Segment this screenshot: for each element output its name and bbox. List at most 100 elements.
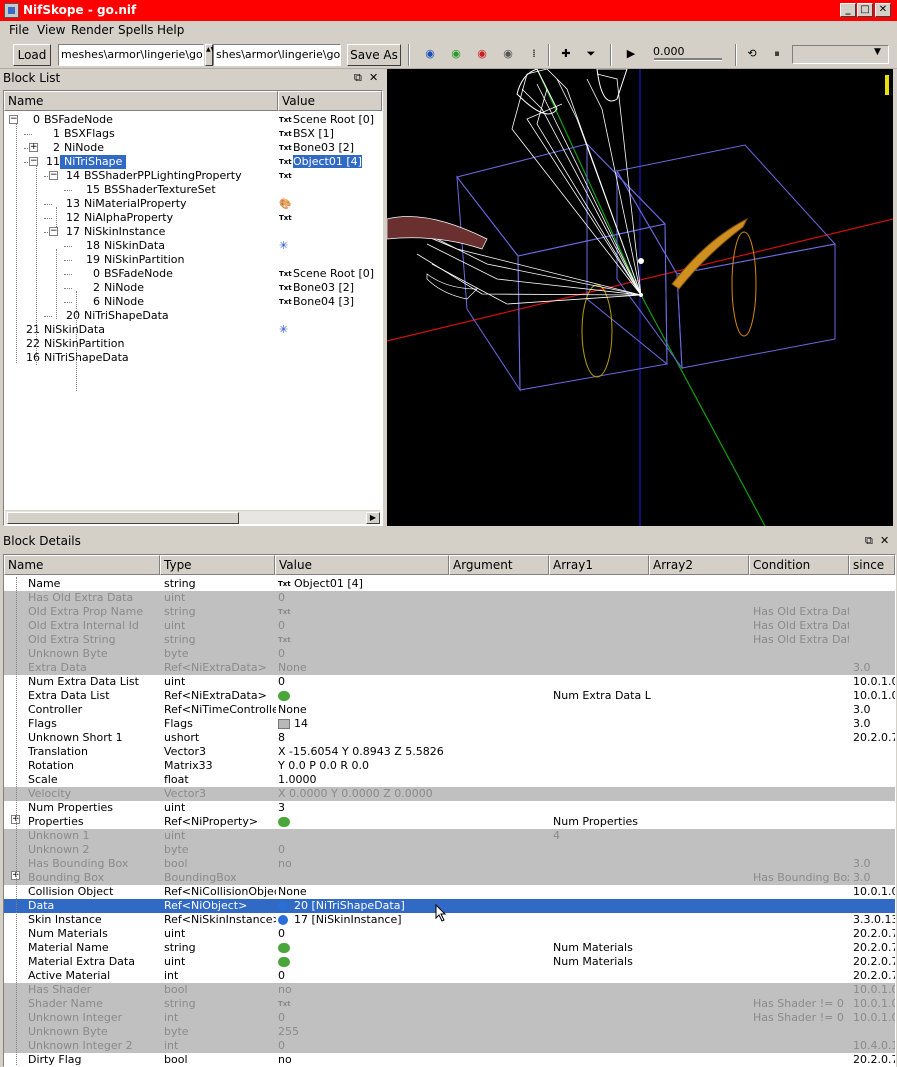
undock-icon[interactable]: ⧉ [865,532,873,550]
view-front-icon[interactable]: ◉ [447,47,465,61]
menu-render[interactable]: Render [71,23,114,37]
detail-row[interactable]: Num Extra Data List uint 0 10.0.1.0 [4,675,895,689]
render-viewport[interactable] [387,69,893,526]
tree-row[interactable]: 6 NiNode TxtBone04 [3] [4,295,380,309]
detail-row[interactable]: Data Ref<NiObject> 20 [NiTriShapeData] [4,899,895,913]
close-button[interactable]: ✕ [875,3,891,17]
tree-row[interactable]: 15 BSShaderTextureSet [4,183,380,197]
detail-row[interactable]: Unknown Byte byte 0 [4,647,895,661]
detail-row[interactable]: Num Materials uint 0 20.2.0.7 [4,927,895,941]
detail-row[interactable]: Unknown Integer 2 int 0 10.4.0.1 [4,1039,895,1053]
detail-row[interactable]: Old Extra Internal Id uint 0 Has Old Extra … [4,619,895,633]
tree-row[interactable]: 22 NiSkinPartition [4,337,380,351]
horizontal-scrollbar[interactable]: ▶ [5,510,380,524]
view-user-icon[interactable]: ◉ [499,47,517,61]
loop-icon[interactable]: ⟲ [743,47,761,61]
detail-row[interactable]: Rotation Matrix33 Y 0.0 P 0.0 R 0.0 [4,759,895,773]
detail-row[interactable]: Active Material int 0 20.2.0.7 [4,969,895,983]
column-header-argument[interactable]: Argument [449,555,549,575]
collapse-icon[interactable]: − [49,171,58,180]
tree-row[interactable]: 13 NiMaterialProperty 🎨 [4,197,380,211]
column-header-name[interactable]: Name [4,91,278,111]
detail-row[interactable]: Name string Txt Object01 [4] [4,577,895,591]
view-top-icon[interactable]: ◉ [421,47,439,61]
save-path-input[interactable]: shes\armor\lingerie\go.nif [213,44,341,66]
detail-row[interactable]: Skin Instance Ref<NiSkinInstance> 17 [NiSk… [4,913,895,927]
maximize-button[interactable]: □ [857,3,873,17]
column-header-condition[interactable]: Condition [749,555,849,575]
load-button[interactable]: Load [13,44,51,66]
detail-row[interactable]: Shader Name string Txt Has Shader != 0 10.0.… [4,997,895,1011]
menu-file[interactable]: File [9,23,29,37]
time-slider[interactable] [654,58,722,61]
tree-row[interactable]: −14 BSShaderPPLightingProperty Txt [4,169,380,183]
tree-row[interactable]: 18 NiSkinData ✳ [4,239,380,253]
tree-row[interactable]: −0 BSFadeNode TxtScene Root [0] [4,113,380,127]
tree-row[interactable]: 16 NiTriShapeData [4,351,380,365]
detail-row[interactable]: Extra Data List Ref<NiExtraData> Num Extra… [4,689,895,703]
detail-row[interactable]: Material Extra Data uint Num Materials 20.2… [4,955,895,969]
detail-row[interactable]: Velocity Vector3 X 0.0000 Y 0.0000 Z 0.000… [4,787,895,801]
detail-row[interactable]: + Properties Ref<NiProperty> Num Properties [4,815,895,829]
column-header-type[interactable]: Type [160,555,275,575]
close-icon[interactable]: ✕ [880,532,889,550]
detail-row[interactable]: Old Extra String string Txt Has Old Extra D… [4,633,895,647]
tree-row[interactable]: 12 NiAlphaProperty Txt [4,211,380,225]
detail-row[interactable]: Unknown Short 1 ushort 8 20.2.0.7 [4,731,895,745]
tree-row[interactable]: −17 NiSkinInstance [4,225,380,239]
tree-row[interactable]: 2 NiNode TxtBone03 [2] [4,281,380,295]
switch-icon[interactable]: ⏸ [768,47,786,61]
collapse-icon[interactable]: − [49,227,58,236]
close-icon[interactable]: ✕ [369,69,378,87]
detail-row[interactable]: Collision Object Ref<NiCollisionObject>No… [4,885,895,899]
column-header-value[interactable]: Value [278,91,382,111]
column-header-value[interactable]: Value [275,555,449,575]
save-as-button[interactable]: Save As [347,44,401,66]
detail-row[interactable]: Has Bounding Box bool no 3.0 [4,857,895,871]
scrollbar-thumb[interactable] [7,512,239,524]
swap-paths-button[interactable]: ▲▼ [205,44,215,66]
menu-spells[interactable]: Spells [118,23,154,37]
column-header-name[interactable]: Name [4,555,160,575]
view-side-icon[interactable]: ◉ [473,47,491,61]
detail-row[interactable]: Dirty Flag bool no 20.2.0.7 [4,1053,895,1066]
detail-row[interactable]: Material Name string Num Materials 20.2.0.7 [4,941,895,955]
detail-name: Properties [28,815,84,828]
detail-row[interactable]: Unknown Integer int 0 Has Shader != 0 10.0.1… [4,1011,895,1025]
column-header-array2[interactable]: Array2 [649,555,749,575]
detail-row[interactable]: Unknown 1 uint 4 [4,829,895,843]
minimize-button[interactable]: _ [840,3,856,17]
detail-row[interactable]: + Bounding Box BoundingBox Has Bounding Box… [4,871,895,885]
expand-icon[interactable]: + [29,143,38,152]
detail-row[interactable]: Unknown 2 byte 0 [4,843,895,857]
detail-row[interactable]: Translation Vector3 X -15.6054 Y 0.8943 Z … [4,745,895,759]
tree-row[interactable]: +2 NiNode TxtBone03 [2] [4,141,380,155]
undock-icon[interactable]: ⧉ [354,69,362,87]
detail-row[interactable]: Old Extra Prop Name string Txt Has Old Extr… [4,605,895,619]
load-path-input[interactable]: meshes\armor\lingerie\go.nif [58,44,204,66]
tree-row[interactable]: −11 NiTriShape TxtObject01 [4] [4,155,380,169]
scroll-right-icon[interactable]: ▶ [366,512,380,524]
tree-row[interactable]: 20 NiTriShapeData [4,309,380,323]
detail-row[interactable]: Flags Flags 14 3.0 [4,717,895,731]
dropdown-icon[interactable]: ⏷ [582,47,600,61]
detail-row[interactable]: Has Shader bool no 10.0.1.0 [4,983,895,997]
play-icon[interactable]: ▶ [622,47,640,61]
walk-mode-icon[interactable]: ⁞ [525,47,543,61]
detail-row[interactable]: Has Old Extra Data uint 0 [4,591,895,605]
tree-row[interactable]: 0 BSFadeNode TxtScene Root [0] [4,267,380,281]
tree-row[interactable]: 21 NiSkinData ✳ [4,323,380,337]
block-name: NiNode [104,295,144,308]
axis-icon[interactable]: ✚ [557,47,575,61]
detail-row[interactable]: Controller Ref<NiTimeController>None 3.0 [4,703,895,717]
detail-row[interactable]: Unknown Byte byte 255 [4,1025,895,1039]
detail-row[interactable]: Scale float 1.0000 [4,773,895,787]
tree-row[interactable]: 1 BSXFlags TxtBSX [1] [4,127,380,141]
column-header-array1[interactable]: Array1 [549,555,649,575]
column-header-since[interactable]: since [849,555,895,575]
tree-row[interactable]: 19 NiSkinPartition [4,253,380,267]
detail-row[interactable]: Extra Data Ref<NiExtraData> None 3.0 [4,661,895,675]
menu-help[interactable]: Help [157,23,184,37]
menu-view[interactable]: View [37,23,65,37]
detail-row[interactable]: Num Properties uint 3 [4,801,895,815]
